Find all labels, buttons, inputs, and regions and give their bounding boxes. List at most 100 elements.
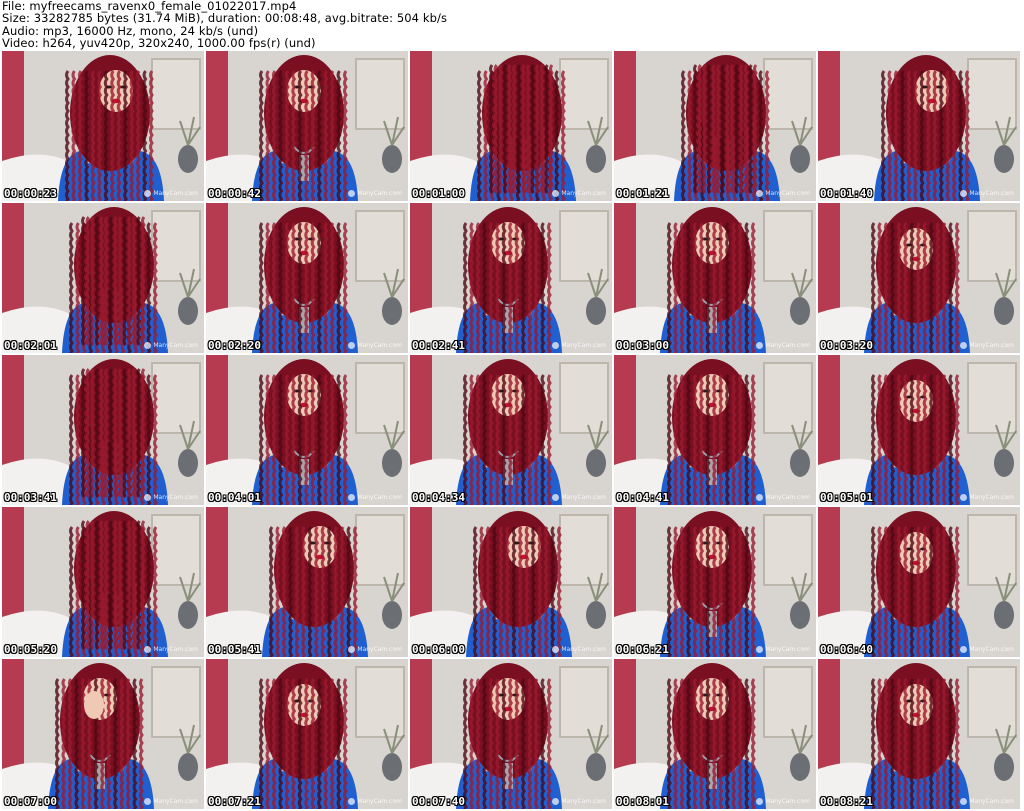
frame-timestamp: 00:03:20 [820, 339, 873, 352]
watermark-text: ManyCam.com [765, 190, 810, 197]
frame-image [206, 203, 408, 353]
video-frame-thumbnail: ManyCam.com 00:08:21 [818, 659, 1020, 809]
manycam-logo-icon [552, 190, 560, 197]
manycam-watermark: ManyCam.com [756, 494, 810, 501]
video-frame-thumbnail: ManyCam.com 00:04:01 [206, 355, 408, 505]
watermark-text: ManyCam.com [357, 646, 402, 653]
video-frame-thumbnail: ManyCam.com 00:02:20 [206, 203, 408, 353]
manycam-logo-icon [144, 190, 152, 197]
frame-timestamp: 00:08:21 [820, 795, 873, 808]
thumbnail-grid: ManyCam.com 00:00:23 ManyCam.com 00:00:42 Ma… [2, 51, 1022, 809]
manycam-watermark: ManyCam.com [348, 646, 402, 653]
frame-image [614, 203, 816, 353]
video-frame-thumbnail: ManyCam.com 00:03:00 [614, 203, 816, 353]
video-frame-thumbnail: ManyCam.com 00:04:34 [410, 355, 612, 505]
watermark-text: ManyCam.com [969, 798, 1014, 805]
manycam-logo-icon [348, 798, 356, 805]
manycam-logo-icon [960, 494, 968, 501]
manycam-logo-icon [348, 342, 356, 349]
video-frame-thumbnail: ManyCam.com 00:00:42 [206, 51, 408, 201]
video-frame-thumbnail: ManyCam.com 00:05:20 [2, 507, 204, 657]
frame-image [206, 355, 408, 505]
watermark-text: ManyCam.com [357, 342, 402, 349]
frame-timestamp: 00:01:21 [616, 187, 669, 200]
manycam-watermark: ManyCam.com [552, 342, 606, 349]
manycam-logo-icon [552, 798, 560, 805]
manycam-watermark: ManyCam.com [960, 494, 1014, 501]
manycam-watermark: ManyCam.com [144, 190, 198, 197]
frame-timestamp: 00:04:41 [616, 491, 669, 504]
manycam-logo-icon [144, 342, 152, 349]
manycam-watermark: ManyCam.com [960, 646, 1014, 653]
manycam-watermark: ManyCam.com [348, 190, 402, 197]
frame-timestamp: 00:03:41 [4, 491, 57, 504]
frame-timestamp: 00:06:21 [616, 643, 669, 656]
frame-timestamp: 00:04:34 [412, 491, 465, 504]
video-frame-thumbnail: ManyCam.com 00:06:40 [818, 507, 1020, 657]
frame-timestamp: 00:07:21 [208, 795, 261, 808]
frame-image [206, 51, 408, 201]
manycam-watermark: ManyCam.com [144, 798, 198, 805]
frame-image [614, 659, 816, 809]
manycam-logo-icon [348, 646, 356, 653]
watermark-text: ManyCam.com [561, 494, 606, 501]
video-frame-thumbnail: ManyCam.com 00:02:41 [410, 203, 612, 353]
frame-image [410, 507, 612, 657]
manycam-logo-icon [960, 190, 968, 197]
video-frame-thumbnail: ManyCam.com 00:07:40 [410, 659, 612, 809]
frame-image [818, 355, 1020, 505]
frame-timestamp: 00:07:40 [412, 795, 465, 808]
frame-image [206, 659, 408, 809]
file-size-line: Size: 33282785 bytes (31.74 MiB), durati… [2, 11, 448, 26]
manycam-logo-icon [960, 342, 968, 349]
watermark-text: ManyCam.com [969, 646, 1014, 653]
video-frame-thumbnail: ManyCam.com 00:06:00 [410, 507, 612, 657]
frame-image [2, 203, 204, 353]
frame-timestamp: 00:01:00 [412, 187, 465, 200]
manycam-logo-icon [552, 646, 560, 653]
file-info-header: File: myfreecams_ravenx0_female_01022017… [2, 0, 1022, 50]
video-frame-thumbnail: ManyCam.com 00:05:01 [818, 355, 1020, 505]
manycam-watermark: ManyCam.com [144, 646, 198, 653]
frame-timestamp: 00:01:40 [820, 187, 873, 200]
video-frame-thumbnail: ManyCam.com 00:07:00 [2, 659, 204, 809]
manycam-watermark: ManyCam.com [756, 190, 810, 197]
frame-image [818, 507, 1020, 657]
frame-image [2, 355, 204, 505]
frame-timestamp: 00:00:42 [208, 187, 261, 200]
manycam-watermark: ManyCam.com [348, 494, 402, 501]
watermark-text: ManyCam.com [153, 646, 198, 653]
frame-image [614, 51, 816, 201]
frame-timestamp: 00:00:23 [4, 187, 57, 200]
watermark-text: ManyCam.com [153, 190, 198, 197]
frame-timestamp: 00:02:20 [208, 339, 261, 352]
manycam-logo-icon [756, 798, 764, 805]
frame-image [818, 51, 1020, 201]
frame-image [2, 659, 204, 809]
video-frame-thumbnail: ManyCam.com 00:06:21 [614, 507, 816, 657]
manycam-logo-icon [756, 646, 764, 653]
frame-timestamp: 00:07:00 [4, 795, 57, 808]
watermark-text: ManyCam.com [969, 342, 1014, 349]
manycam-logo-icon [960, 646, 968, 653]
watermark-text: ManyCam.com [561, 646, 606, 653]
frame-timestamp: 00:06:40 [820, 643, 873, 656]
watermark-text: ManyCam.com [765, 646, 810, 653]
frame-timestamp: 00:05:20 [4, 643, 57, 656]
manycam-watermark: ManyCam.com [756, 342, 810, 349]
video-frame-thumbnail: ManyCam.com 00:03:20 [818, 203, 1020, 353]
manycam-watermark: ManyCam.com [756, 646, 810, 653]
manycam-watermark: ManyCam.com [144, 494, 198, 501]
video-frame-thumbnail: ManyCam.com 00:00:23 [2, 51, 204, 201]
manycam-logo-icon [756, 494, 764, 501]
watermark-text: ManyCam.com [357, 494, 402, 501]
video-info-line: Video: h264, yuv420p, 320x240, 1000.00 f… [2, 36, 316, 51]
manycam-watermark: ManyCam.com [144, 342, 198, 349]
manycam-logo-icon [144, 494, 152, 501]
frame-timestamp: 00:06:00 [412, 643, 465, 656]
manycam-logo-icon [552, 494, 560, 501]
manycam-logo-icon [144, 646, 152, 653]
watermark-text: ManyCam.com [153, 342, 198, 349]
manycam-logo-icon [348, 190, 356, 197]
frame-image [818, 659, 1020, 809]
